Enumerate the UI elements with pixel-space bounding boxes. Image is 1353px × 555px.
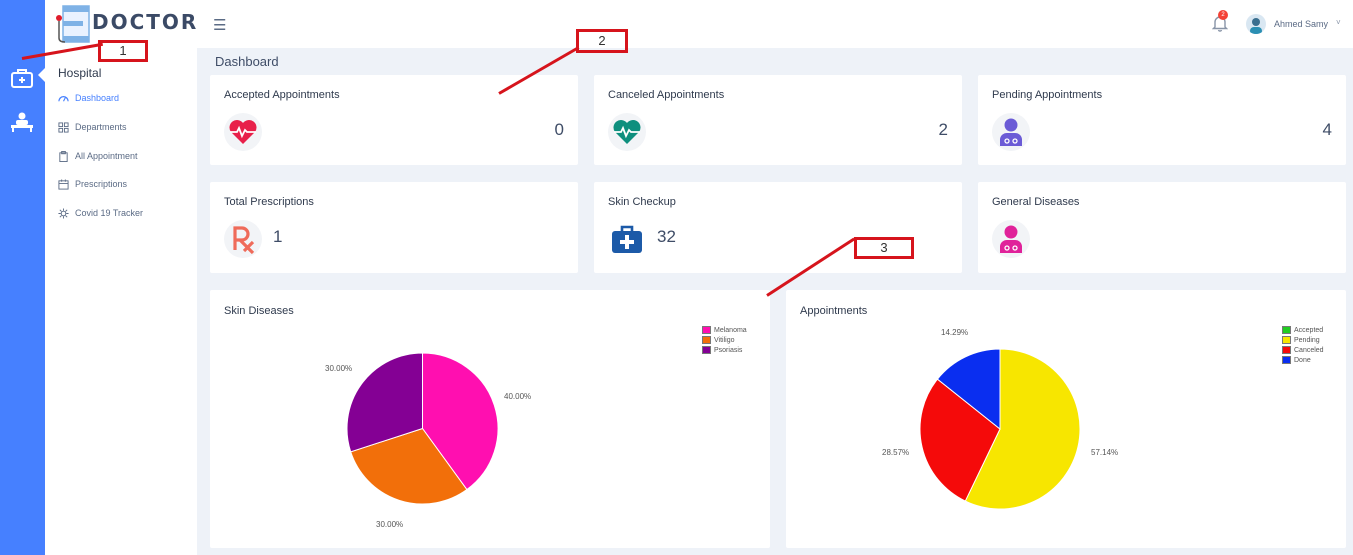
card-value: 1 bbox=[273, 227, 283, 246]
menu-toggle-icon[interactable]: ☰ bbox=[213, 16, 226, 34]
sidebar-item-prescriptions[interactable]: Prescriptions bbox=[58, 177, 127, 191]
sidebar-item-label: Prescriptions bbox=[75, 179, 128, 189]
legend-label: Canceled bbox=[1294, 346, 1324, 354]
card-title: Accepted Appointments bbox=[224, 89, 340, 101]
doctor-icon bbox=[1000, 225, 1022, 253]
card-title: Pending Appointments bbox=[992, 89, 1103, 101]
annotation-box-2: 2 bbox=[576, 29, 628, 53]
legend-item[interactable]: Vitiligo bbox=[702, 335, 747, 345]
card-icon-wrap bbox=[608, 113, 646, 151]
calendar-icon bbox=[58, 178, 69, 190]
legend-label: Vitiligo bbox=[714, 336, 735, 344]
legend-swatch bbox=[1282, 356, 1291, 364]
sidebar-item-label: Departments bbox=[75, 122, 127, 132]
legend-swatch bbox=[702, 336, 711, 344]
gauge-icon bbox=[58, 95, 69, 101]
top-header bbox=[197, 0, 1353, 48]
card-icon-wrap bbox=[992, 113, 1030, 151]
card-canceled-appointments: Canceled Appointments 2 bbox=[594, 75, 962, 165]
card-value: 0 bbox=[554, 120, 564, 139]
pie-label: 30.00% bbox=[325, 364, 353, 373]
legend-label: Melanoma bbox=[714, 326, 747, 334]
card-title: Skin Checkup bbox=[608, 196, 676, 208]
active-indicator bbox=[38, 68, 45, 82]
pie-chart-appointments bbox=[919, 348, 1081, 510]
sidebar-item-label: Dashboard bbox=[75, 93, 120, 103]
legend-item[interactable]: Accepted bbox=[1282, 325, 1324, 335]
legend-label: Accepted bbox=[1294, 326, 1324, 334]
legend-swatch bbox=[1282, 336, 1291, 344]
card-pending-appointments: Pending Appointments 4 bbox=[978, 75, 1346, 165]
legend-swatch bbox=[702, 346, 711, 354]
icon-rail bbox=[0, 0, 45, 555]
sidebar-item-departments[interactable]: Departments bbox=[58, 120, 127, 134]
chart-title: Appointments bbox=[800, 305, 868, 317]
avatar[interactable] bbox=[1246, 14, 1266, 34]
card-general-diseases: General Diseases bbox=[978, 182, 1346, 273]
legend-item[interactable]: Psoriasis bbox=[702, 345, 747, 355]
sidebar-item-dashboard[interactable]: Dashboard bbox=[58, 91, 119, 105]
legend-item[interactable]: Canceled bbox=[1282, 345, 1324, 355]
user-name[interactable]: Ahmed Samy bbox=[1274, 19, 1328, 29]
card-value: 32 bbox=[657, 227, 676, 246]
sidebar-item-covid-tracker[interactable]: Covid 19 Tracker bbox=[58, 206, 143, 220]
sidebar-item-all-appointment[interactable]: All Appointment bbox=[58, 149, 138, 163]
medical-kit-icon bbox=[612, 225, 642, 253]
grid-icon bbox=[58, 121, 69, 133]
card-value: 4 bbox=[1322, 120, 1332, 139]
notification-badge: 2 bbox=[1218, 10, 1228, 20]
card-icon-wrap bbox=[224, 113, 262, 151]
card-icon-wrap bbox=[608, 220, 646, 258]
legend-swatch bbox=[1282, 346, 1291, 354]
doctor-icon bbox=[1000, 118, 1022, 146]
legend-label: Done bbox=[1294, 356, 1311, 364]
card-accepted-appointments: Accepted Appointments 0 bbox=[210, 75, 578, 165]
legend-label: Pending bbox=[1294, 336, 1320, 344]
brand-name: DOCTOR bbox=[92, 10, 199, 34]
legend-item[interactable]: Pending bbox=[1282, 335, 1324, 345]
card-skin-checkup: Skin Checkup 32 bbox=[594, 182, 962, 273]
chevron-down-icon[interactable]: ˅ bbox=[1336, 18, 1341, 27]
pie-label: 28.57% bbox=[882, 448, 910, 457]
card-title: Total Prescriptions bbox=[224, 196, 314, 208]
pie-label: 30.00% bbox=[376, 520, 404, 529]
annotation-box-1: 1 bbox=[98, 40, 148, 62]
sidebar bbox=[45, 0, 197, 555]
patient-bed-icon[interactable] bbox=[10, 112, 34, 132]
legend-swatch bbox=[1282, 326, 1291, 334]
card-value: 2 bbox=[938, 120, 948, 139]
heart-pulse-icon bbox=[613, 120, 641, 144]
pie-label: 40.00% bbox=[504, 392, 532, 401]
card-icon-wrap bbox=[992, 220, 1030, 258]
sidebar-section-title: Hospital bbox=[58, 66, 102, 80]
legend-label: Psoriasis bbox=[714, 346, 743, 354]
card-title: General Diseases bbox=[992, 196, 1080, 208]
legend-swatch bbox=[702, 326, 711, 334]
legend-appointments: Accepted Pending Canceled Done bbox=[1282, 325, 1324, 365]
sidebar-item-label: Covid 19 Tracker bbox=[75, 208, 144, 218]
card-total-prescriptions: Total Prescriptions 1 bbox=[210, 182, 578, 273]
clipboard-icon bbox=[59, 150, 68, 162]
pie-label: 14.29% bbox=[941, 328, 969, 337]
pie-chart-skin-diseases bbox=[346, 352, 499, 505]
hospital-bag-icon[interactable] bbox=[10, 68, 34, 88]
card-icon-wrap bbox=[224, 220, 262, 258]
pie-label: 57.14% bbox=[1091, 448, 1119, 457]
legend-item[interactable]: Melanoma bbox=[702, 325, 747, 335]
chart-title: Skin Diseases bbox=[224, 305, 294, 317]
user-avatar-icon bbox=[1250, 18, 1262, 34]
rx-icon bbox=[233, 226, 255, 255]
annotation-box-3: 3 bbox=[854, 237, 914, 259]
virus-icon bbox=[58, 207, 69, 219]
page-title: Dashboard bbox=[215, 54, 279, 69]
legend-item[interactable]: Done bbox=[1282, 355, 1324, 365]
sidebar-item-label: All Appointment bbox=[75, 151, 138, 161]
heart-pulse-icon bbox=[229, 120, 257, 144]
legend-skin-diseases: Melanoma Vitiligo Psoriasis bbox=[702, 325, 747, 355]
card-title: Canceled Appointments bbox=[608, 89, 725, 101]
